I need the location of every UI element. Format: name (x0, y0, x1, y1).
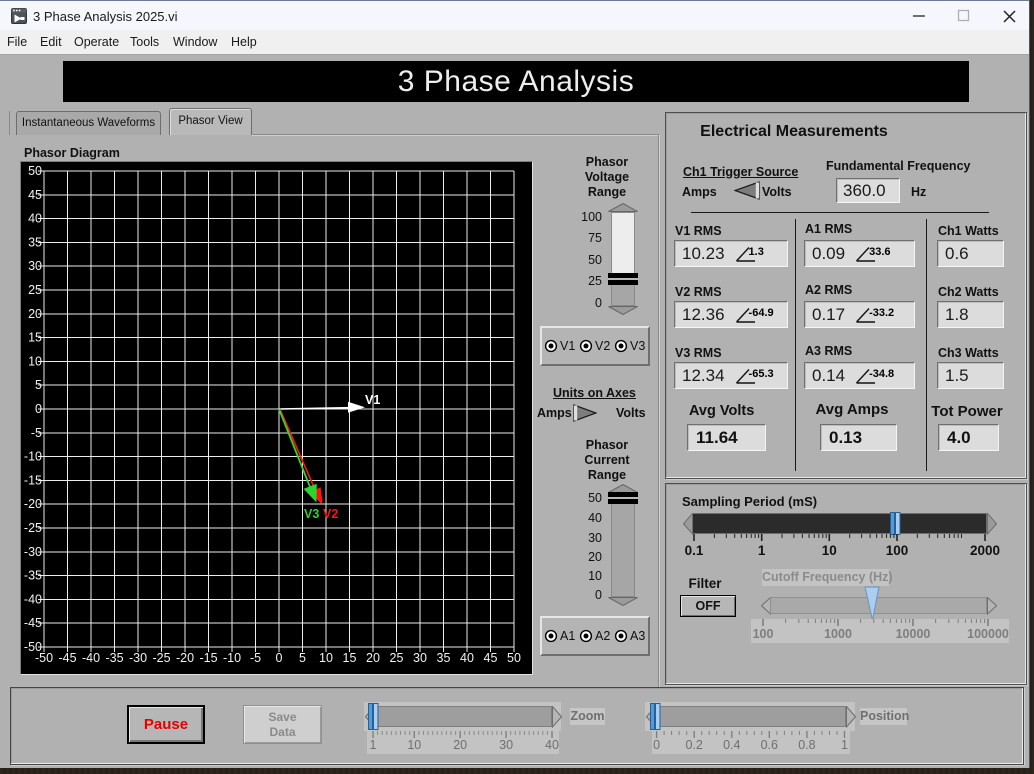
svg-text:-15: -15 (199, 651, 217, 665)
svg-text:V2: V2 (323, 507, 338, 521)
svg-text:5: 5 (35, 378, 42, 392)
svg-text:-45: -45 (58, 651, 76, 665)
svg-text:-40: -40 (24, 592, 42, 606)
svg-text:V1: V1 (365, 393, 380, 407)
svg-text:-30: -30 (24, 545, 42, 559)
svg-text:35: 35 (28, 235, 42, 249)
svg-text:15: 15 (343, 651, 357, 665)
svg-text:-20: -20 (24, 497, 42, 511)
svg-text:0: 0 (276, 651, 283, 665)
svg-text:5: 5 (299, 651, 306, 665)
svg-text:50: 50 (28, 164, 42, 178)
svg-text:0: 0 (35, 402, 42, 416)
svg-text:-25: -25 (24, 521, 42, 535)
svg-text:-15: -15 (24, 473, 42, 487)
svg-text:-5: -5 (31, 426, 42, 440)
svg-text:30: 30 (28, 259, 42, 273)
svg-text:-20: -20 (176, 651, 194, 665)
svg-text:40: 40 (28, 212, 42, 226)
svg-text:-10: -10 (24, 450, 42, 464)
svg-text:45: 45 (484, 651, 498, 665)
svg-text:-35: -35 (105, 651, 123, 665)
svg-text:-25: -25 (152, 651, 170, 665)
svg-text:45: 45 (28, 188, 42, 202)
svg-text:10: 10 (28, 354, 42, 368)
svg-text:30: 30 (413, 651, 427, 665)
svg-text:40: 40 (460, 651, 474, 665)
svg-text:15: 15 (28, 331, 42, 345)
svg-text:10: 10 (319, 651, 333, 665)
svg-text:20: 20 (28, 307, 42, 321)
svg-text:-35: -35 (24, 569, 42, 583)
svg-text:50: 50 (507, 651, 521, 665)
svg-text:20: 20 (366, 651, 380, 665)
svg-text:-5: -5 (250, 651, 261, 665)
svg-text:-45: -45 (24, 616, 42, 630)
svg-text:25: 25 (390, 651, 404, 665)
svg-text:25: 25 (28, 283, 42, 297)
svg-text:-50: -50 (35, 651, 53, 665)
svg-text:-40: -40 (82, 651, 100, 665)
svg-text:-30: -30 (129, 651, 147, 665)
svg-text:35: 35 (437, 651, 451, 665)
svg-text:V3: V3 (304, 507, 319, 521)
svg-text:-10: -10 (223, 651, 241, 665)
